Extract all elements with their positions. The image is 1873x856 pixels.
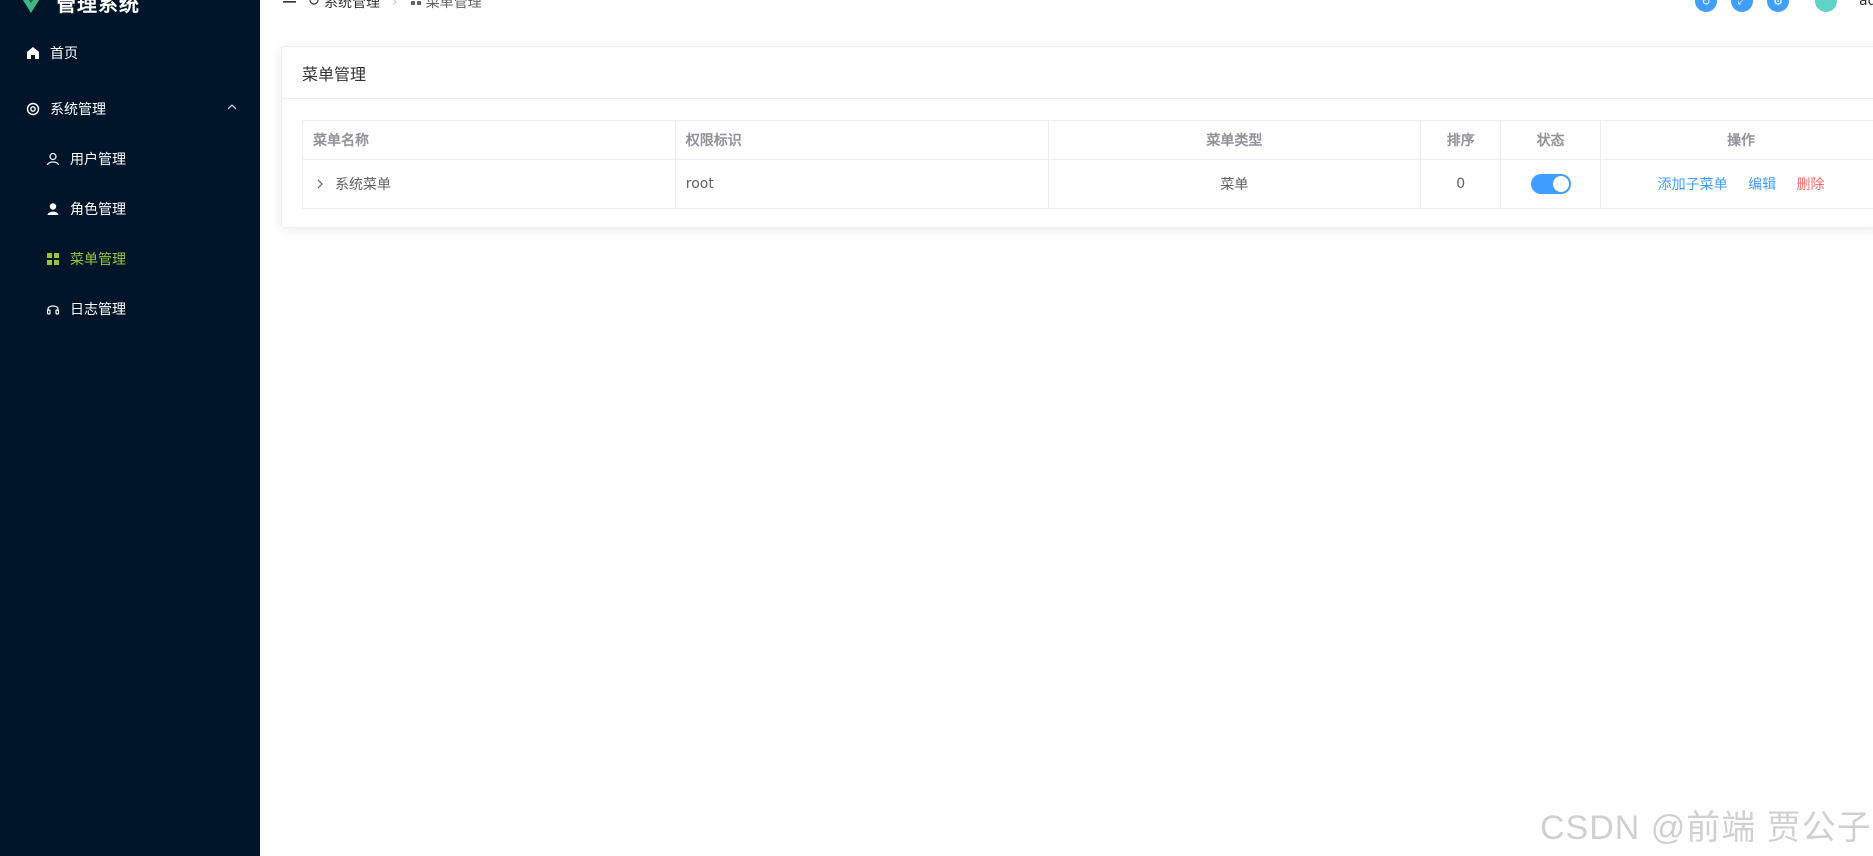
sidebar-menu: 首页 系统管理 用户管理 角色管理 菜单管理 日志管理 <box>0 28 260 334</box>
status-toggle[interactable] <box>1530 174 1571 194</box>
headset-icon <box>44 300 62 318</box>
cell-order: 0 <box>1420 159 1502 209</box>
sidebar-item-label: 角色管理 <box>70 202 126 218</box>
gear-icon <box>24 100 42 118</box>
toggle-knob <box>1552 176 1569 192</box>
gear-icon <box>308 0 320 10</box>
menu-table: 菜单名称 权限标识 菜单类型 排序 状态 操作 系统菜单 root 菜单 0 添… <box>302 120 1873 209</box>
settings-icon[interactable]: ⚙ <box>1767 0 1789 12</box>
sidebar-item-label: 日志管理 <box>70 302 126 318</box>
column-header-name: 菜单名称 <box>302 120 676 160</box>
table-header-row: 菜单名称 权限标识 菜单类型 排序 状态 操作 <box>302 120 1873 160</box>
cell-actions: 添加子菜单 编辑 删除 <box>1600 159 1873 209</box>
hamburger-icon[interactable] <box>282 0 298 6</box>
user-outline-icon <box>44 150 62 168</box>
breadcrumb-label: 系统管理 <box>324 0 380 11</box>
sidebar-item-menus[interactable]: 菜单管理 <box>0 234 260 284</box>
breadcrumb-item-system[interactable]: 系统管理 <box>308 0 380 12</box>
chevron-up-icon <box>226 101 238 117</box>
sidebar-item-roles[interactable]: 角色管理 <box>0 184 260 234</box>
sidebar: 管理系统 首页 系统管理 用户管理 角色管理 菜单管理 日志管理 <box>0 0 260 856</box>
delete-button[interactable]: 删除 <box>1797 177 1825 193</box>
sidebar-group-system[interactable]: 系统管理 <box>0 84 260 134</box>
chevron-right-icon[interactable] <box>313 177 327 191</box>
column-header-order: 排序 <box>1420 120 1502 160</box>
refresh-icon[interactable]: ↻ <box>1695 0 1717 12</box>
sidebar-item-home[interactable]: 首页 <box>0 28 260 78</box>
menu-management-card: 菜单管理 菜单名称 权限标识 菜单类型 排序 状态 操作 系统菜单 root 菜… <box>281 46 1873 228</box>
cell-status <box>1500 159 1602 209</box>
sidebar-item-label: 菜单管理 <box>70 252 126 268</box>
column-header-status: 状态 <box>1500 120 1602 160</box>
top-header: 系统管理 › 菜单管理 ↻ ⤢ ⚙ ad <box>260 0 1873 16</box>
column-header-actions: 操作 <box>1600 120 1873 160</box>
grid-icon <box>410 0 422 10</box>
cell-type: 菜单 <box>1047 159 1422 209</box>
cell-permission: root <box>674 159 1049 209</box>
add-child-menu-button[interactable]: 添加子菜单 <box>1658 177 1728 193</box>
card-title: 菜单管理 <box>282 47 1873 99</box>
watermark: CSDN @前端 贾公子 <box>1540 809 1872 847</box>
app-title: 管理系统 <box>56 0 140 16</box>
sidebar-item-users[interactable]: 用户管理 <box>0 134 260 184</box>
brand: 管理系统 <box>18 0 140 22</box>
breadcrumb-item-menus: 菜单管理 <box>410 0 482 12</box>
sidebar-item-label: 首页 <box>50 46 78 62</box>
cell-name: 系统菜单 <box>302 159 676 209</box>
user-filled-icon <box>44 200 62 218</box>
avatar[interactable] <box>1815 0 1837 12</box>
breadcrumb-separator-icon: › <box>392 0 398 10</box>
vue-logo-icon <box>18 0 44 15</box>
fullscreen-icon[interactable]: ⤢ <box>1731 0 1753 12</box>
grid-icon <box>44 250 62 268</box>
table-row: 系统菜单 root 菜单 0 添加子菜单 编辑 删除 <box>302 159 1873 209</box>
username[interactable]: ad <box>1859 0 1873 9</box>
column-header-permission: 权限标识 <box>674 120 1049 160</box>
sidebar-item-logs[interactable]: 日志管理 <box>0 284 260 334</box>
header-actions: ↻ ⤢ ⚙ ad <box>1695 0 1873 12</box>
sidebar-item-label: 用户管理 <box>70 152 126 168</box>
sidebar-group-label: 系统管理 <box>50 102 106 118</box>
home-icon <box>24 44 42 62</box>
breadcrumb-label: 菜单管理 <box>425 0 482 11</box>
menu-name: 系统菜单 <box>335 177 391 193</box>
column-header-type: 菜单类型 <box>1047 120 1422 160</box>
breadcrumb: 系统管理 › 菜单管理 <box>308 0 482 12</box>
edit-button[interactable]: 编辑 <box>1748 177 1776 193</box>
